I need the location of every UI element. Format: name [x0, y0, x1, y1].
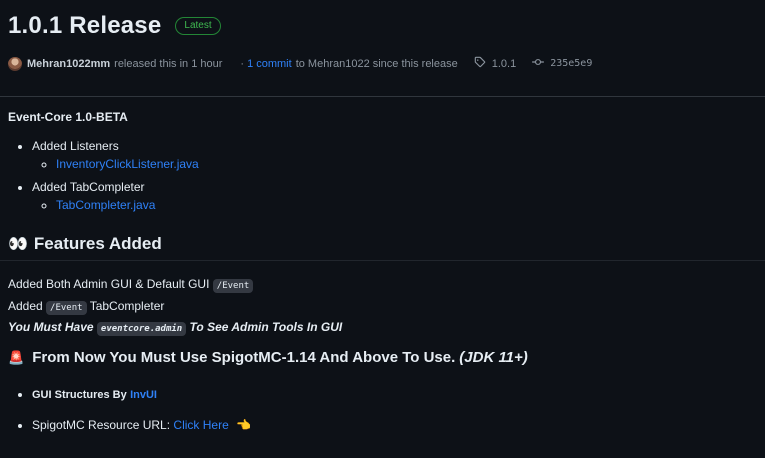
commits-link[interactable]: 1 commit: [247, 58, 292, 70]
list-item-label: Added Listeners: [32, 139, 119, 153]
inline-code: eventcore.admin: [96, 322, 187, 336]
gui-structures-text: GUI Structures By: [32, 389, 127, 401]
list-item: Added TabCompleter TabCompleter.java: [32, 179, 758, 213]
list-item: Added Listeners InventoryClickListener.j…: [32, 138, 758, 172]
resource-url-text: SpigotMC Resource URL:: [32, 418, 171, 432]
latest-badge: Latest: [175, 17, 221, 35]
tag-link[interactable]: 1.0.1: [492, 58, 516, 70]
changes-list: Added Listeners InventoryClickListener.j…: [8, 138, 758, 213]
release-title-row: 1.0.1 Release Latest: [8, 12, 221, 40]
heading-underline: [0, 260, 765, 261]
tag-icon: [474, 56, 486, 71]
release-meta: Mehran1022mm released this in 1 hour · 1…: [8, 56, 592, 71]
feature-text: TabCompleter: [89, 298, 165, 313]
avatar[interactable]: [8, 56, 22, 71]
author-link[interactable]: Mehran1022mm: [27, 58, 110, 70]
features-paragraph: Added Both Admin GUI & Default GUI /Even…: [8, 275, 342, 340]
eyes-icon: 👀: [8, 236, 28, 253]
features-heading: Features Added: [33, 234, 162, 253]
commits-suffix: to Mehran1022 since this release: [295, 57, 458, 70]
invui-link[interactable]: InvUI: [130, 389, 157, 401]
inline-code: /Event: [212, 279, 254, 293]
siren-icon: 🚨: [8, 349, 25, 365]
feature-line-3: You Must Have eventcore.admin To See Adm…: [8, 318, 342, 340]
list-item-label: Added TabCompleter: [32, 180, 145, 194]
divider: [0, 96, 765, 97]
commit-hash-link[interactable]: 235e5e9: [550, 58, 592, 69]
file-link[interactable]: InventoryClickListener.java: [56, 157, 199, 171]
features-heading-row: 👀 Features Added: [8, 234, 757, 254]
pointing-hand-icon: 👈: [236, 418, 252, 432]
feature-text: Added Both Admin GUI & Default GUI: [8, 277, 210, 291]
release-body: Event-Core 1.0-BETA Added Listeners Inve…: [8, 110, 758, 220]
notice-heading: From Now You Must Use SpigotMC-1.14 And …: [32, 349, 456, 366]
commit-icon: [532, 56, 545, 71]
list-item: GUI Structures By InvUI: [32, 386, 251, 403]
feature-text: Added: [8, 298, 43, 313]
feature-text: You Must Have: [8, 320, 94, 334]
feature-line-1: Added Both Admin GUI & Default GUI /Even…: [8, 275, 342, 297]
feature-text: To See Admin Tools In GUI: [189, 320, 343, 334]
file-link[interactable]: TabCompleter.java: [56, 198, 155, 212]
resources-list: GUI Structures By InvUI SpigotMC Resourc…: [8, 386, 251, 447]
list-item: SpigotMC Resource URL: Click Here 👈: [32, 417, 251, 433]
dot-separator: ·: [240, 57, 245, 70]
released-text: released this in 1 hour: [114, 57, 223, 70]
release-title: 1.0.1 Release: [8, 12, 162, 39]
body-heading: Event-Core 1.0-BETA: [8, 110, 128, 124]
feature-line-2: Added /Event TabCompleter: [8, 297, 342, 319]
notice-heading-row: 🚨 From Now You Must Use SpigotMC-1.14 An…: [8, 349, 528, 366]
notice-italic: (JDK 11+): [459, 349, 528, 366]
click-here-link[interactable]: Click Here: [173, 418, 228, 432]
inline-code: /Event: [46, 300, 87, 315]
